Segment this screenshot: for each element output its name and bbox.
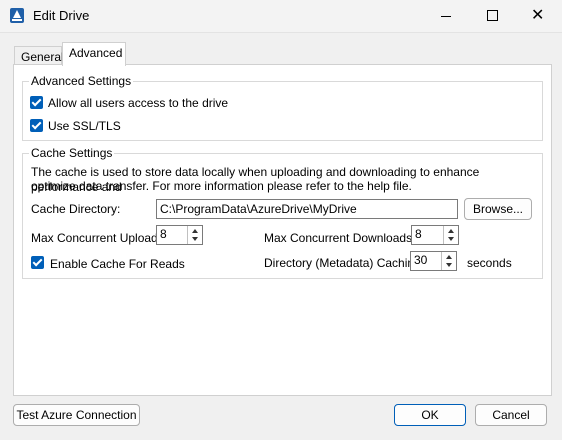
close-button[interactable]: ✕ [515,0,561,32]
metadata-caching-arrows[interactable] [441,252,456,270]
spin-down-icon[interactable] [446,263,452,267]
cache-directory-input[interactable]: C:\ProgramData\AzureDrive\MyDrive [156,199,458,219]
allow-all-users-label[interactable]: Allow all users access to the drive [48,96,228,110]
max-downloads-label: Max Concurrent Downloads: [264,231,416,245]
max-uploads-arrows[interactable] [187,226,202,244]
cancel-button[interactable]: Cancel [475,404,547,426]
use-ssl-checkbox[interactable] [30,119,43,132]
spin-down-icon[interactable] [448,237,454,241]
metadata-caching-value[interactable]: 30 [414,253,427,267]
allow-all-users-checkbox[interactable] [30,96,43,109]
max-downloads-spinner[interactable]: 8 [411,225,459,245]
test-azure-connection-button[interactable]: Test Azure Connection [13,404,140,426]
browse-button[interactable]: Browse... [464,198,532,220]
metadata-caching-spinner[interactable]: 30 [410,251,457,271]
tab-general[interactable]: General [14,46,64,66]
window-title: Edit Drive [33,8,90,23]
max-uploads-value[interactable]: 8 [160,227,167,241]
use-ssl-label[interactable]: Use SSL/TLS [48,119,121,133]
cache-settings-title: Cache Settings [29,146,115,160]
enable-cache-reads-label[interactable]: Enable Cache For Reads [50,257,185,271]
metadata-caching-label: Directory (Metadata) Caching: [264,256,425,270]
advanced-tab-panel: Advanced Settings Allow all users access… [13,64,552,396]
close-icon: ✕ [531,5,545,24]
cache-description-line2: optimize data transfer. For more informa… [31,179,412,193]
app-icon [10,8,24,23]
maximize-icon [487,10,498,21]
cache-directory-label: Cache Directory: [31,202,121,216]
max-uploads-label: Max Concurrent Uploads: [31,231,168,245]
max-downloads-arrows[interactable] [443,226,458,244]
title-bar: Edit Drive ✕ [0,0,562,33]
minimize-icon [441,16,451,17]
ok-button[interactable]: OK [394,404,466,426]
enable-cache-reads-checkbox[interactable] [31,256,44,269]
advanced-settings-group: Advanced Settings Allow all users access… [22,74,543,141]
spin-up-icon[interactable] [192,229,198,233]
max-uploads-spinner[interactable]: 8 [156,225,203,245]
spin-up-icon[interactable] [448,229,454,233]
max-downloads-value[interactable]: 8 [415,227,422,241]
spin-up-icon[interactable] [446,255,452,259]
maximize-button[interactable] [469,0,515,32]
spin-down-icon[interactable] [192,237,198,241]
minimize-button[interactable] [423,0,469,32]
advanced-settings-title: Advanced Settings [29,74,134,88]
metadata-caching-unit: seconds [467,256,512,270]
tab-advanced[interactable]: Advanced [62,42,126,66]
